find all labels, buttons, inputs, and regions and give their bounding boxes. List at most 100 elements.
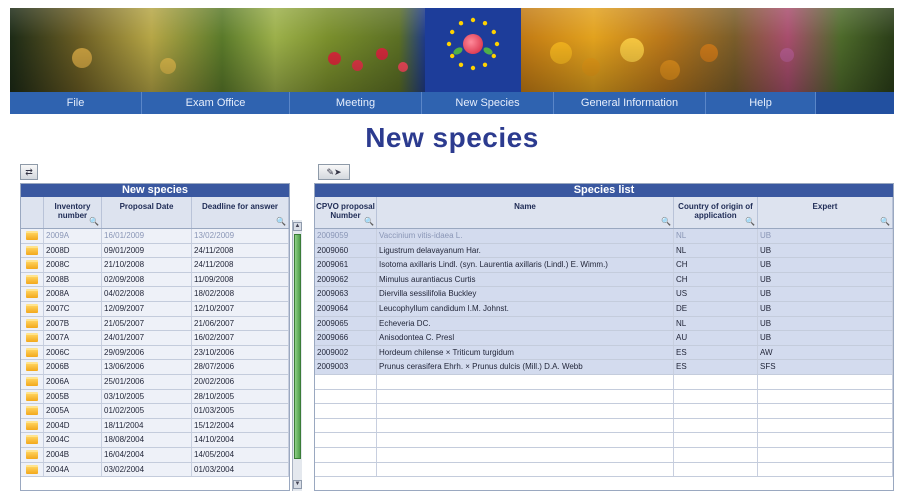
folder-cell[interactable] xyxy=(21,331,44,345)
filter-icon[interactable]: 🔍 xyxy=(745,217,755,226)
filter-icon[interactable]: 🔍 xyxy=(880,217,890,226)
menu-item-general-information[interactable]: General Information xyxy=(554,92,706,114)
table-cell xyxy=(674,389,758,404)
table-row[interactable]: 2008B 02/09/2008 11/09/2008 xyxy=(21,272,289,288)
species-list-panel: Species list CPVO proposal Number 🔍 Name 🔍… xyxy=(314,183,894,491)
folder-icon[interactable] xyxy=(26,318,38,328)
empty-table-row xyxy=(315,462,893,478)
table-row[interactable]: 2005A 01/02/2005 01/03/2005 xyxy=(21,404,289,419)
col-proposal-date[interactable]: Proposal Date xyxy=(102,197,192,228)
filter-icon[interactable]: 🔍 xyxy=(89,217,99,226)
edit-button[interactable]: ✎➤ xyxy=(318,164,350,180)
folder-cell[interactable] xyxy=(21,316,44,331)
folder-icon[interactable] xyxy=(26,333,38,343)
folder-cell[interactable] xyxy=(21,404,44,418)
menu-item-new-species[interactable]: New Species xyxy=(422,92,554,114)
folder-icon[interactable] xyxy=(26,347,38,357)
folder-icon[interactable] xyxy=(26,274,38,284)
folder-cell[interactable] xyxy=(21,301,44,316)
col-name[interactable]: Name 🔍 xyxy=(377,197,674,228)
folder-cell[interactable] xyxy=(21,374,44,389)
filter-icon[interactable]: 🔍 xyxy=(364,217,374,226)
table-row[interactable]: 2009059 Vaccinium vitis-idaea L. NL UB xyxy=(315,229,893,244)
folder-icon[interactable] xyxy=(26,245,38,255)
scroll-thumb[interactable] xyxy=(294,234,301,459)
table-cell xyxy=(377,404,674,418)
folder-icon[interactable] xyxy=(26,303,38,313)
table-row[interactable]: 2004B 16/04/2004 14/05/2004 xyxy=(21,447,289,463)
folder-cell[interactable] xyxy=(21,345,44,360)
folder-icon[interactable] xyxy=(26,231,38,240)
folder-cell[interactable] xyxy=(21,272,44,287)
scroll-up-arrow-icon[interactable]: ▲ xyxy=(293,222,302,231)
menu-item-help[interactable]: Help xyxy=(706,92,816,114)
table-row[interactable]: 2008D 09/01/2009 24/11/2008 xyxy=(21,243,289,259)
table-row[interactable]: 2009002 Hordeum chilense × Triticum turgi… xyxy=(315,345,893,361)
folder-icon[interactable] xyxy=(26,391,38,401)
folder-cell[interactable] xyxy=(21,360,44,374)
table-row[interactable]: 2008C 21/10/2008 24/11/2008 xyxy=(21,258,289,273)
table-cell: Mimulus aurantiacus Curtis xyxy=(377,272,674,287)
scroll-down-arrow-icon[interactable]: ▼ xyxy=(293,480,302,489)
table-row[interactable]: 2009061 Isotoma axillaris Lindl. (syn. La… xyxy=(315,258,893,273)
table-cell xyxy=(315,447,377,462)
empty-table-row xyxy=(315,389,893,405)
folder-cell[interactable] xyxy=(21,389,44,404)
new-species-scrollbar[interactable]: ▲ ▼ xyxy=(292,220,302,491)
folder-icon[interactable] xyxy=(26,376,38,386)
table-row[interactable]: 2006A 25/01/2006 20/02/2006 xyxy=(21,374,289,390)
menu-item-exam-office[interactable]: Exam Office xyxy=(142,92,290,114)
folder-icon[interactable] xyxy=(26,435,38,445)
col-country-of-application[interactable]: Country of origin of application 🔍 xyxy=(674,197,758,228)
col-inventory-number[interactable]: Inventory number 🔍 xyxy=(44,197,102,228)
table-row[interactable]: 2006C 29/09/2006 23/10/2006 xyxy=(21,345,289,361)
folder-icon[interactable] xyxy=(26,449,38,459)
folder-cell[interactable] xyxy=(21,229,44,243)
filter-icon[interactable]: 🔍 xyxy=(661,217,671,226)
table-row[interactable]: 2009003 Prunus cerasifera Ehrh. × Prunus … xyxy=(315,360,893,375)
table-cell: 2004B xyxy=(44,447,102,462)
table-row[interactable]: 2007B 21/05/2007 21/06/2007 xyxy=(21,316,289,332)
folder-cell[interactable] xyxy=(21,287,44,301)
col-deadline-for-answer[interactable]: Deadline for answer 🔍 xyxy=(192,197,289,228)
pencil-icon: ✎➤ xyxy=(326,167,342,177)
folder-cell[interactable] xyxy=(21,418,44,433)
col-expert[interactable]: Expert 🔍 xyxy=(758,197,893,228)
table-row[interactable]: 2009063 Diervilla sessilifolia Buckley US U… xyxy=(315,287,893,302)
table-row[interactable]: 2004C 18/08/2004 14/10/2004 xyxy=(21,433,289,448)
col-cpvo-proposal-number[interactable]: CPVO proposal Number 🔍 xyxy=(315,197,377,228)
table-row[interactable]: 2004D 18/11/2004 15/12/2004 xyxy=(21,418,289,434)
filter-icon[interactable]: 🔍 xyxy=(276,217,286,226)
table-row[interactable]: 2004A 03/02/2004 01/03/2004 xyxy=(21,462,289,478)
folder-icon[interactable] xyxy=(26,260,38,270)
folder-icon[interactable] xyxy=(26,464,38,474)
folder-cell[interactable] xyxy=(21,462,44,477)
table-row[interactable]: 2008A 04/02/2008 18/02/2008 xyxy=(21,287,289,302)
table-row[interactable]: 2005B 03/10/2005 28/10/2005 xyxy=(21,389,289,405)
table-row[interactable]: 2007C 12/09/2007 12/10/2007 xyxy=(21,301,289,317)
col-country-label: Country of origin of application xyxy=(678,202,753,220)
table-row[interactable]: 2009062 Mimulus aurantiacus Curtis CH UB xyxy=(315,272,893,288)
folder-cell[interactable] xyxy=(21,447,44,462)
table-row[interactable]: 2009060 Ligustrum delavayanum Har. NL UB xyxy=(315,243,893,259)
folder-cell[interactable] xyxy=(21,243,44,258)
table-row[interactable]: 2009064 Leucophyllum candidum I.M. Johnst… xyxy=(315,301,893,317)
folder-icon[interactable] xyxy=(26,420,38,430)
menu-item-meeting[interactable]: Meeting xyxy=(290,92,422,114)
menu-item-file[interactable]: File xyxy=(10,92,142,114)
folder-cell[interactable] xyxy=(21,433,44,447)
table-cell: UB xyxy=(758,243,893,258)
table-row[interactable]: 2009066 Anisodontea C. Presl AU UB xyxy=(315,331,893,346)
table-cell: 02/09/2008 xyxy=(102,272,192,287)
folder-icon[interactable] xyxy=(26,289,38,299)
table-row[interactable]: 2009A 16/01/2009 13/02/2009 xyxy=(21,229,289,244)
folder-cell[interactable] xyxy=(21,258,44,272)
refresh-button[interactable]: ⇄ xyxy=(20,164,38,180)
table-cell: 2009064 xyxy=(315,301,377,316)
table-row[interactable]: 2007A 24/01/2007 16/02/2007 xyxy=(21,331,289,346)
folder-icon[interactable] xyxy=(26,362,38,372)
table-row[interactable]: 2009065 Echeveria DC. NL UB xyxy=(315,316,893,332)
table-cell xyxy=(377,374,674,389)
folder-icon[interactable] xyxy=(26,406,38,416)
table-row[interactable]: 2006B 13/06/2006 28/07/2006 xyxy=(21,360,289,375)
